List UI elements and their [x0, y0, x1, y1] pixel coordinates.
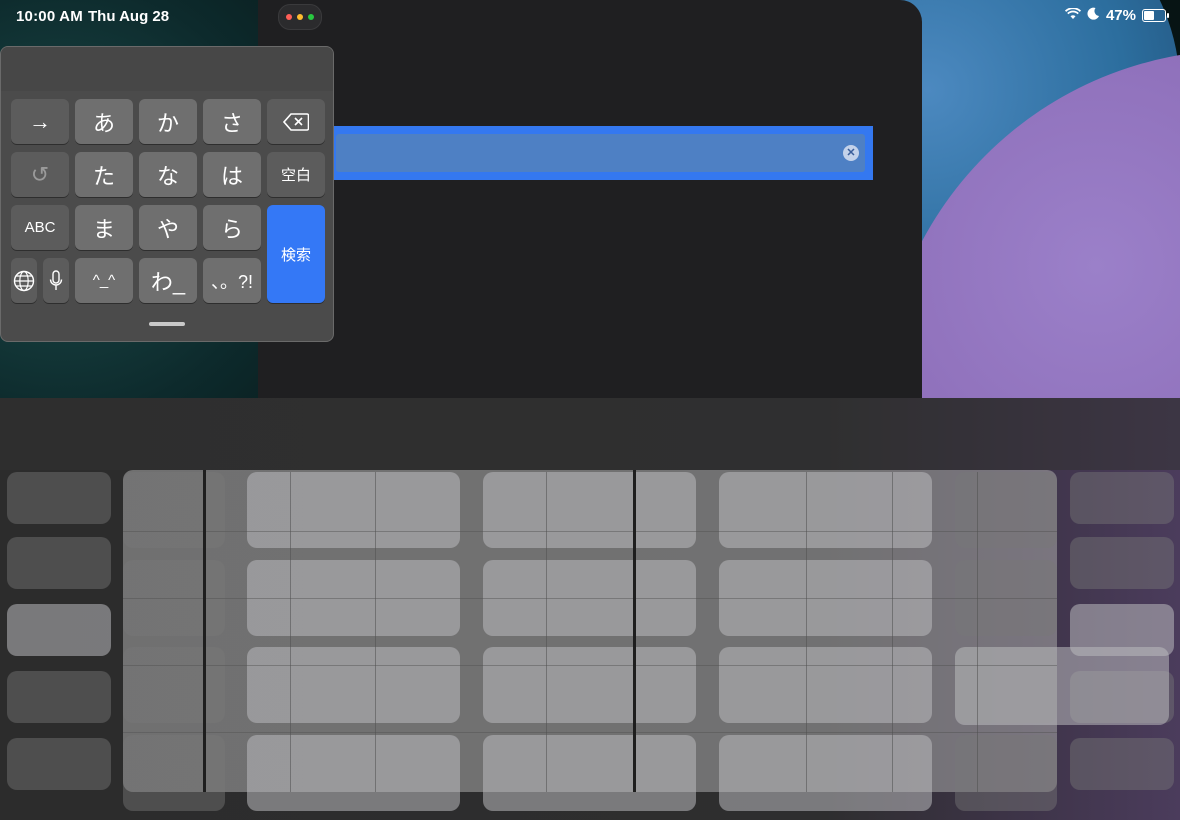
- space-key[interactable]: 空白: [267, 152, 325, 197]
- ghost-gridline-v-4: [892, 472, 893, 792]
- status-time: 10:00 AM: [16, 8, 83, 25]
- ghost-gridline-h-0: [123, 531, 1057, 532]
- key-na[interactable]: な: [139, 152, 197, 197]
- key-sa[interactable]: さ: [203, 99, 261, 144]
- ghost-key-2-2: [719, 647, 932, 723]
- ghost-key-0-2: [719, 472, 932, 548]
- ghost-separator-0: [203, 470, 206, 792]
- status-date: Thu Aug 28: [88, 8, 170, 25]
- ghost-key-3-1: [483, 735, 696, 811]
- key-ma[interactable]: ま: [75, 205, 133, 250]
- ghost-edge-right-4: [1070, 738, 1174, 790]
- key-ta[interactable]: た: [75, 152, 133, 197]
- key-ra[interactable]: ら: [203, 205, 261, 250]
- search-field[interactable]: ✕: [330, 126, 873, 180]
- ghost-key-wide: [955, 647, 1169, 725]
- abc-key[interactable]: ABC: [11, 205, 69, 250]
- ghost-key-3-2: [719, 735, 932, 811]
- delete-key-icon[interactable]: [267, 99, 325, 144]
- moon-icon: [1087, 7, 1100, 24]
- ghost-key-2-0: [247, 647, 460, 723]
- ghost-separator-1: [633, 470, 636, 792]
- clear-icon[interactable]: ✕: [843, 145, 859, 161]
- ghost-edge-right-1: [1070, 537, 1174, 589]
- ghost-key-3-0: [247, 735, 460, 811]
- keyboard-dock-band: [0, 398, 1180, 470]
- floating-keyboard: → あ か さ ↺ た な は 空白 ABC ま や ら 検索 ^_^ わ_ 、…: [0, 46, 334, 342]
- keyboard-grabber-handle[interactable]: [149, 322, 185, 326]
- search-field-inner[interactable]: ✕: [336, 134, 865, 174]
- ghost-gridline-v-3: [806, 472, 807, 792]
- ghost-gridline-v-2: [546, 472, 547, 792]
- key-a[interactable]: あ: [75, 99, 133, 144]
- ghost-key-left-0: [123, 472, 225, 548]
- ghost-gridline-v-1: [375, 472, 376, 792]
- wifi-icon: [1064, 7, 1081, 24]
- microphone-icon[interactable]: [43, 258, 69, 303]
- key-ya[interactable]: や: [139, 205, 197, 250]
- ghost-key-right-3: [955, 735, 1057, 811]
- ghost-edge-left-1: [7, 537, 111, 589]
- app-window: [258, 0, 922, 400]
- search-key[interactable]: 検索: [267, 205, 325, 303]
- key-ka[interactable]: か: [139, 99, 197, 144]
- emoticon-key[interactable]: ^_^: [75, 258, 133, 303]
- ghost-gridline-v-5: [977, 472, 978, 792]
- ghost-gridline-v-0: [290, 472, 291, 792]
- status-bar: 10:00 AM Thu Aug 28 47%: [0, 0, 1180, 32]
- battery-percent: 47%: [1105, 7, 1136, 24]
- globe-icon[interactable]: [11, 258, 37, 303]
- ghost-key-right-0: [955, 472, 1057, 548]
- undo-key[interactable]: ↺: [11, 152, 69, 197]
- ghost-edge-left-4: [7, 738, 111, 790]
- ghost-key-2-1: [483, 647, 696, 723]
- ghost-key-0-1: [483, 472, 696, 548]
- search-input[interactable]: [346, 134, 830, 174]
- ghost-edge-left-3: [7, 671, 111, 723]
- ghost-gridline-h-1: [123, 598, 1057, 599]
- ghost-gridline-h-3: [123, 732, 1057, 733]
- key-wa[interactable]: わ_: [139, 258, 197, 303]
- battery-icon: [1142, 9, 1169, 22]
- ghost-key-left-3: [123, 735, 225, 811]
- keyboard-candidate-bar: [1, 47, 333, 91]
- status-right: 47%: [1064, 7, 1169, 24]
- ghost-gridline-h-2: [123, 665, 1057, 666]
- key-ha[interactable]: は: [203, 152, 261, 197]
- punctuation-key[interactable]: 、。?!: [203, 258, 261, 303]
- ghost-edge-right-0: [1070, 472, 1174, 524]
- next-arrow-key[interactable]: →: [11, 99, 69, 144]
- ghost-key-left-2: [123, 647, 225, 723]
- ghost-edge-left-0: [7, 472, 111, 524]
- ghost-edge-left-2: [7, 604, 111, 656]
- ghost-key-0-0: [247, 472, 460, 548]
